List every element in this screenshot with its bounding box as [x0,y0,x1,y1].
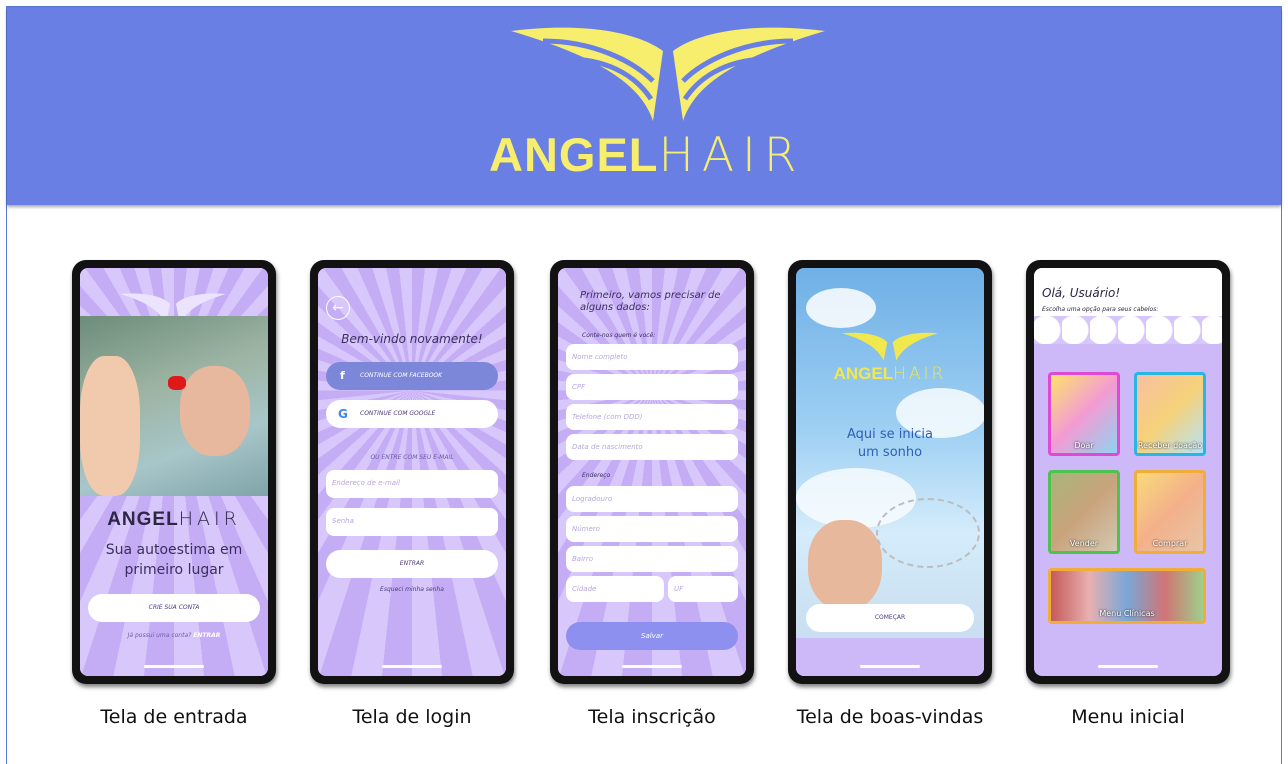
hair-ornament-icon [876,498,980,568]
form-title: Primeiro, vamos precisar de alguns dados… [580,290,721,313]
tagline: Sua autoestima em primeiro lugar [105,542,243,578]
form-subtitle: Conte-nos quem é você: [582,332,656,339]
tile-sell[interactable]: Vender [1048,470,1120,554]
number-field[interactable]: Número [566,516,738,542]
caption-boasvindas: Tela de boas-vindas [796,706,984,728]
home-indicator [622,665,682,668]
enter-link[interactable]: ENTRAR [193,632,220,639]
phone-menu: Olá, Usuário! Escolha uma opção para seu… [1026,260,1230,684]
home-indicator [382,665,442,668]
entrada-logo: ANGELHAIR [107,508,241,530]
home-indicator [860,665,920,668]
email-input[interactable]: Endereço de e-mail [326,470,498,498]
cloud-shape [806,288,876,328]
facebook-icon: f [340,369,345,382]
cloud-divider [1034,316,1222,344]
save-button[interactable]: Salvar [566,622,738,650]
caption-menu: Menu inicial [1071,706,1185,728]
wings-icon [841,332,939,361]
birthdate-field[interactable]: Data de nascimento [566,434,738,460]
screen-boasvindas: ANGELHAIR Aqui se inicia um sonho COMEÇA… [796,268,984,676]
city-field[interactable]: Cidade [566,576,664,602]
tile-clinics-menu[interactable]: Menu Clínicas [1048,568,1206,624]
enter-button[interactable]: ENTRAR [326,550,498,578]
tile-receive-donation[interactable]: Receber doação [1134,372,1206,456]
password-input[interactable]: Senha [326,508,498,536]
child-photo [808,520,882,610]
welcome-message: Aqui se inicia um sonho [847,427,933,460]
hero-photo [80,316,268,496]
google-button[interactable]: G CONTINUE COM GOOGLE [326,400,498,428]
greeting: Olá, Usuário! [1042,286,1121,300]
uf-field[interactable]: UF [668,576,738,602]
bottom-bar [796,638,984,676]
tile-buy[interactable]: Comprar [1134,470,1206,554]
district-field[interactable]: Bairro [566,546,738,572]
logo-bold: ANGEL [489,128,659,181]
back-arrow-icon[interactable]: ← [326,296,350,320]
forgot-password-link[interactable]: Esqueci minha senha [318,586,506,593]
tile-donate[interactable]: Doar [1048,372,1120,456]
phone-field[interactable]: Telefone (com DDD) [566,404,738,430]
full-name-field[interactable]: Nome completo [566,344,738,370]
caption-entrada: Tela de entrada [100,706,248,728]
header-banner: ANGELHAIR [7,7,1281,205]
menu-prompt: Escolha uma opção para seus cabelos: [1042,306,1159,313]
child-face-shape [180,366,250,456]
welcome-logo: ANGELHAIR [833,364,947,384]
phone-inscricao: Primeiro, vamos precisar de alguns dados… [550,260,754,684]
phone-entrada: ANGELHAIR Sua autoestima em primeiro lug… [72,260,276,684]
angel-wings-logo-icon [511,27,825,122]
phone-login: ← Bem-vindo novamente! f CONTINUE COM FA… [310,260,514,684]
login-prompt: Já possui uma conta? ENTRAR [127,632,221,639]
or-email-label: OU ENTRE COM SEU E-MAIL [370,454,454,461]
address-label: Endereço [582,472,611,479]
phone-boasvindas: ANGELHAIR Aqui se inicia um sonho COMEÇA… [788,260,992,684]
red-bow-icon [168,376,186,390]
caption-inscricao: Tela inscrição [588,706,716,728]
street-field[interactable]: Logradouro [566,486,738,512]
brand-logo: ANGELHAIR [489,125,829,185]
screen-menu: Olá, Usuário! Escolha uma opção para seu… [1034,268,1222,676]
facebook-button[interactable]: f CONTINUE COM FACEBOOK [326,362,498,390]
screen-login: ← Bem-vindo novamente! f CONTINUE COM FA… [318,268,506,676]
baby-head-shape [80,356,140,496]
caption-login: Tela de login [352,706,472,728]
cpf-field[interactable]: CPF [566,374,738,400]
home-indicator [144,665,204,668]
screen-inscricao: Primeiro, vamos precisar de alguns dados… [558,268,746,676]
start-button[interactable]: COMEÇAR [806,604,974,632]
welcome-title: Bem-vindo novamente! [341,332,483,346]
create-account-button[interactable]: CRIE SUA CONTA [88,594,260,622]
screen-entrada: ANGELHAIR Sua autoestima em primeiro lug… [80,268,268,676]
logo-light: HAIR [658,128,805,183]
home-indicator [1098,665,1158,668]
google-icon: G [338,407,348,421]
